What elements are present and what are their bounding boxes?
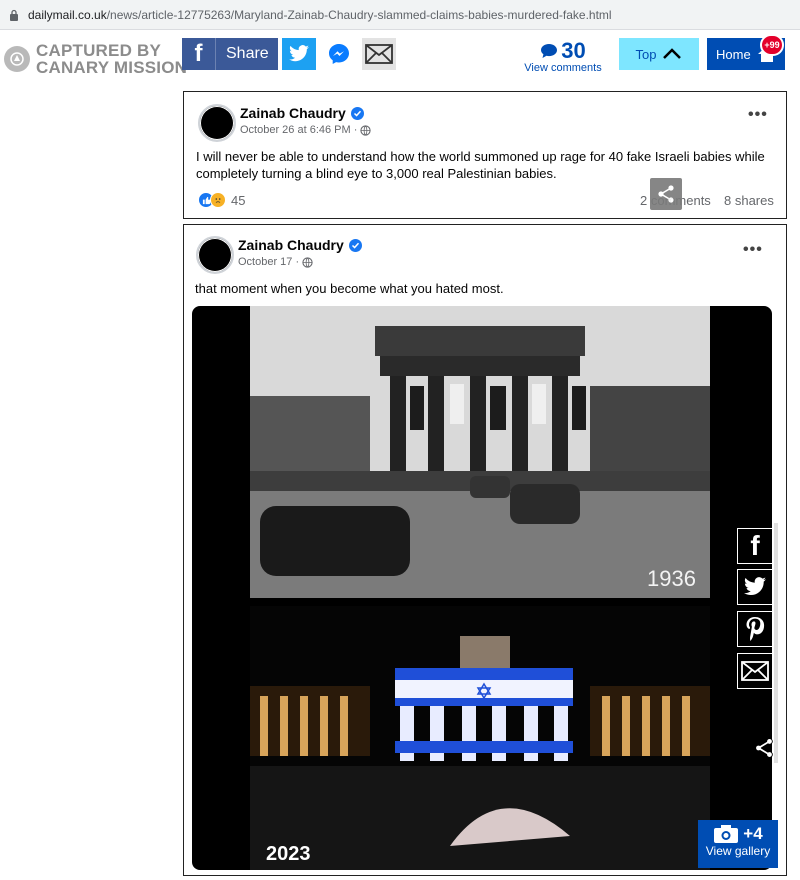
sad-icon bbox=[210, 192, 226, 208]
share-icon bbox=[755, 738, 773, 758]
twitter-share-button[interactable] bbox=[282, 38, 316, 70]
twitter-icon bbox=[289, 45, 309, 62]
post-date: October 17 · bbox=[238, 256, 300, 268]
post-author[interactable]: Zainab Chaudry bbox=[238, 237, 362, 253]
view-comments-button[interactable]: 30 View comments bbox=[522, 38, 604, 74]
canary-line2: CANARY MISSION bbox=[36, 58, 188, 77]
facebook-side-share-button[interactable]: f bbox=[737, 528, 773, 564]
twitter-side-share-button[interactable] bbox=[737, 569, 773, 605]
share-count-link[interactable]: 8 shares bbox=[724, 193, 774, 208]
reaction-count: 45 bbox=[231, 192, 246, 208]
facebook-icon: f bbox=[750, 530, 760, 561]
post-image[interactable]: 1936 2023 bbox=[192, 306, 772, 870]
post-text: I will never be able to understand how t… bbox=[196, 149, 765, 181]
canary-mission-watermark: CAPTURED BY CANARY MISSION bbox=[4, 42, 187, 76]
globe-icon bbox=[360, 124, 372, 136]
canary-logo-icon bbox=[4, 46, 30, 72]
avatar[interactable] bbox=[198, 104, 236, 142]
canary-line1: CAPTURED BY bbox=[36, 41, 161, 60]
email-share-button[interactable] bbox=[362, 38, 396, 70]
gallery-count: +4 bbox=[743, 824, 763, 843]
post-timestamp[interactable]: October 17 · bbox=[238, 256, 313, 268]
share-label: Share bbox=[226, 45, 269, 62]
year-label-bottom: 2023 bbox=[266, 843, 311, 865]
chevron-up-icon bbox=[663, 48, 682, 59]
scrollbar[interactable] bbox=[774, 523, 778, 763]
image-share-button[interactable] bbox=[650, 178, 682, 210]
view-comments-label: View comments bbox=[524, 62, 602, 74]
top-label: Top bbox=[635, 46, 657, 62]
twitter-icon bbox=[744, 577, 766, 596]
facebook-share-button[interactable]: f Share bbox=[182, 38, 278, 70]
brandenburg-gate-1936-photo: 1936 bbox=[250, 306, 710, 598]
brandenburg-gate-2023-photo: 2023 bbox=[250, 606, 710, 870]
verified-icon bbox=[348, 238, 362, 252]
post-author[interactable]: Zainab Chaudry bbox=[240, 105, 364, 121]
post-timestamp[interactable]: October 26 at 6:46 PM · bbox=[240, 124, 372, 136]
email-side-share-button[interactable] bbox=[737, 653, 773, 689]
share-toolbar: CAPTURED BY CANARY MISSION f Share 30 Vi… bbox=[0, 34, 800, 76]
back-to-top-button[interactable]: Top bbox=[619, 38, 699, 70]
avatar[interactable] bbox=[196, 236, 234, 274]
comment-count: 30 bbox=[561, 38, 586, 63]
gallery-label: View gallery bbox=[705, 844, 771, 858]
globe-icon bbox=[302, 256, 313, 268]
address-bar[interactable]: dailymail.co.uk/news/article-12775263/Ma… bbox=[0, 0, 800, 30]
url-path: /news/article-12775263/Maryland-Zainab-C… bbox=[106, 7, 612, 22]
email-icon bbox=[365, 44, 393, 64]
post-date: October 26 at 6:46 PM · bbox=[240, 124, 358, 136]
pinterest-side-share-button[interactable] bbox=[737, 611, 773, 647]
author-name: Zainab Chaudry bbox=[238, 237, 344, 253]
facebook-post-1: Zainab Chaudry October 26 at 6:46 PM · •… bbox=[183, 91, 787, 219]
year-label-top: 1936 bbox=[647, 566, 696, 591]
messenger-icon bbox=[329, 44, 349, 64]
comment-bubble-icon bbox=[541, 44, 558, 58]
reaction-summary[interactable]: 45 bbox=[198, 192, 245, 208]
email-icon bbox=[741, 661, 769, 681]
author-name: Zainab Chaudry bbox=[240, 105, 346, 121]
facebook-icon: f bbox=[182, 38, 216, 70]
camera-icon bbox=[714, 825, 739, 843]
home-label: Home bbox=[716, 46, 751, 62]
url-domain: dailymail.co.uk bbox=[28, 7, 107, 22]
home-button[interactable]: Home +99 bbox=[707, 34, 785, 70]
more-dots-icon[interactable]: ••• bbox=[748, 106, 768, 124]
more-dots-icon[interactable]: ••• bbox=[743, 241, 763, 259]
verified-icon bbox=[350, 106, 364, 120]
more-share-button[interactable] bbox=[750, 734, 778, 762]
view-gallery-button[interactable]: +4 View gallery bbox=[698, 820, 778, 868]
lock-icon bbox=[8, 9, 20, 21]
messenger-share-button[interactable] bbox=[322, 38, 356, 70]
home-badge: +99 bbox=[760, 34, 784, 56]
pinterest-icon bbox=[746, 617, 765, 641]
post-text: that moment when you become what you hat… bbox=[195, 281, 504, 296]
share-icon bbox=[658, 185, 674, 203]
